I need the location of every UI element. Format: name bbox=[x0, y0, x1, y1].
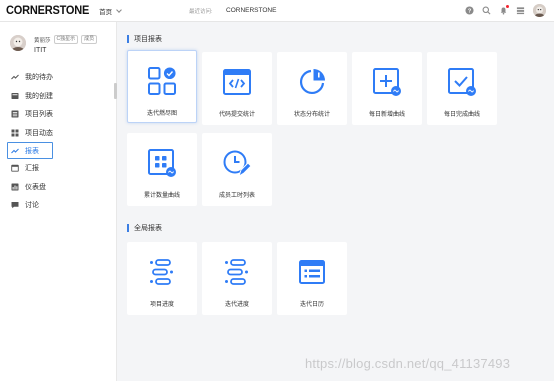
code-window-icon bbox=[222, 67, 252, 97]
section-title-text: 项目报表 bbox=[134, 36, 162, 43]
sidebar-item-discussion[interactable]: 讨论 bbox=[0, 196, 117, 215]
sidebar-item-dashboard[interactable]: 仪表盘 bbox=[0, 178, 117, 197]
card-iteration-calendar[interactable]: 迭代日历 bbox=[277, 242, 347, 315]
add-curve-icon bbox=[372, 67, 402, 97]
sidebar-item-label: 项目列表 bbox=[25, 111, 53, 119]
user-name: 黄丽莎 bbox=[34, 37, 51, 44]
card-label: 状态分布统计 bbox=[293, 112, 330, 118]
check-curve-icon bbox=[447, 67, 477, 97]
profile-avatar[interactable] bbox=[10, 35, 26, 51]
section-accent-bar bbox=[127, 35, 129, 43]
section-project-reports: 项目报表 bbox=[127, 34, 162, 44]
sidebar-collapse-handle[interactable] bbox=[114, 83, 117, 99]
card-label: 累计数量曲线 bbox=[143, 193, 180, 199]
card-project-progress[interactable]: 项目进度 bbox=[127, 242, 197, 315]
pie-chart-icon bbox=[297, 67, 327, 97]
sidebar-item-label: 报表 bbox=[25, 147, 39, 155]
search-icon[interactable] bbox=[482, 6, 491, 15]
burndown-grid-icon bbox=[147, 66, 177, 96]
sidebar-item-reports[interactable]: 报表 bbox=[7, 142, 53, 159]
recent-project-link[interactable]: CORNERSTONE bbox=[226, 7, 276, 14]
card-label: 迭代燃尽图 bbox=[146, 111, 177, 117]
help-icon[interactable]: ? bbox=[465, 6, 474, 15]
sidebar-item-label: 我的待办 bbox=[25, 74, 53, 82]
sidebar-item-project-activity[interactable]: 项目动态 bbox=[0, 124, 117, 143]
sidebar-menu: 我的待办 我的创建 项目列表 项目动态 报表 汇报 仪表盘 讨论 bbox=[0, 68, 117, 215]
user-tag: C独星示 bbox=[53, 35, 79, 44]
apps-icon[interactable] bbox=[516, 6, 525, 15]
sidebar-item-label: 汇报 bbox=[25, 165, 39, 173]
section-accent-bar bbox=[127, 224, 129, 232]
card-label: 每日完成曲线 bbox=[443, 112, 480, 118]
card-cumulative[interactable]: 累计数量曲线 bbox=[127, 133, 197, 206]
notification-dot bbox=[506, 5, 509, 8]
chart-line-icon bbox=[11, 147, 19, 155]
sidebar-item-report-submit[interactable]: 汇报 bbox=[0, 159, 117, 178]
folder-icon bbox=[11, 92, 19, 100]
sidebar-item-my-created[interactable]: 我的创建 bbox=[0, 87, 117, 106]
svg-text:?: ? bbox=[468, 9, 472, 15]
list-icon bbox=[11, 110, 19, 118]
home-menu[interactable]: 首页 bbox=[99, 6, 123, 16]
top-bar: CORNERSTONE 首页 最近访问: CORNERSTONE ? bbox=[0, 0, 554, 22]
iteration-flow-icon bbox=[222, 257, 252, 287]
home-label: 首页 bbox=[99, 8, 113, 16]
sidebar-item-label: 讨论 bbox=[25, 202, 39, 210]
card-member-hours[interactable]: 成员工时列表 bbox=[202, 133, 272, 206]
calendar-icon bbox=[11, 164, 19, 172]
dashboard-icon bbox=[11, 183, 19, 191]
calendar-list-icon bbox=[297, 257, 327, 287]
card-daily-new[interactable]: 每日新增曲线 bbox=[352, 52, 422, 125]
section-global-reports: 全局报表 bbox=[127, 223, 162, 233]
chevron-down-icon bbox=[116, 6, 123, 13]
sidebar-item-label: 仪表盘 bbox=[25, 183, 46, 191]
card-iteration-progress[interactable]: 迭代进度 bbox=[202, 242, 272, 315]
user-avatar[interactable] bbox=[533, 4, 546, 17]
chat-icon bbox=[11, 201, 19, 209]
card-status-distribution[interactable]: 状态分布统计 bbox=[277, 52, 347, 125]
watermark: https://blog.csdn.net/qq_41137493 bbox=[305, 356, 511, 371]
sidebar-item-my-todo[interactable]: 我的待办 bbox=[0, 68, 117, 87]
card-label: 迭代进度 bbox=[224, 302, 249, 308]
grid-icon bbox=[11, 129, 19, 137]
section-title-text: 全局报表 bbox=[134, 225, 162, 232]
sidebar: 黄丽莎 C独星示 成员 ITIT 我的待办 我的创建 项目列表 项目动态 报表 bbox=[0, 22, 117, 381]
top-icons: ? bbox=[465, 4, 546, 17]
card-label: 项目进度 bbox=[149, 302, 174, 308]
card-code-commits[interactable]: 代码提交统计 bbox=[202, 52, 272, 125]
user-org: ITIT bbox=[34, 47, 47, 54]
sidebar-item-project-list[interactable]: 项目列表 bbox=[0, 105, 117, 124]
sidebar-item-label: 项目动态 bbox=[25, 129, 53, 137]
trend-icon bbox=[11, 73, 19, 81]
progress-flow-icon bbox=[147, 257, 177, 287]
card-label: 迭代日历 bbox=[299, 302, 324, 308]
app-logo[interactable]: CORNERSTONE bbox=[6, 4, 89, 17]
card-label: 每日新增曲线 bbox=[368, 112, 405, 118]
card-daily-done[interactable]: 每日完成曲线 bbox=[427, 52, 497, 125]
profile-block: 黄丽莎 C独星示 成员 ITIT bbox=[0, 22, 116, 62]
bell-icon[interactable] bbox=[499, 5, 509, 15]
user-name-row: 黄丽莎 C独星示 成员 bbox=[34, 35, 98, 44]
card-label: 代码提交统计 bbox=[218, 112, 255, 118]
sidebar-item-label: 我的创建 bbox=[25, 92, 53, 100]
card-label: 成员工时列表 bbox=[218, 193, 255, 199]
card-burndown[interactable]: 迭代燃尽图 bbox=[127, 50, 197, 123]
recent-label: 最近访问: bbox=[189, 8, 213, 15]
user-role-tag: 成员 bbox=[81, 35, 98, 44]
clock-pen-icon bbox=[222, 148, 252, 178]
cumulative-grid-icon bbox=[147, 148, 177, 178]
